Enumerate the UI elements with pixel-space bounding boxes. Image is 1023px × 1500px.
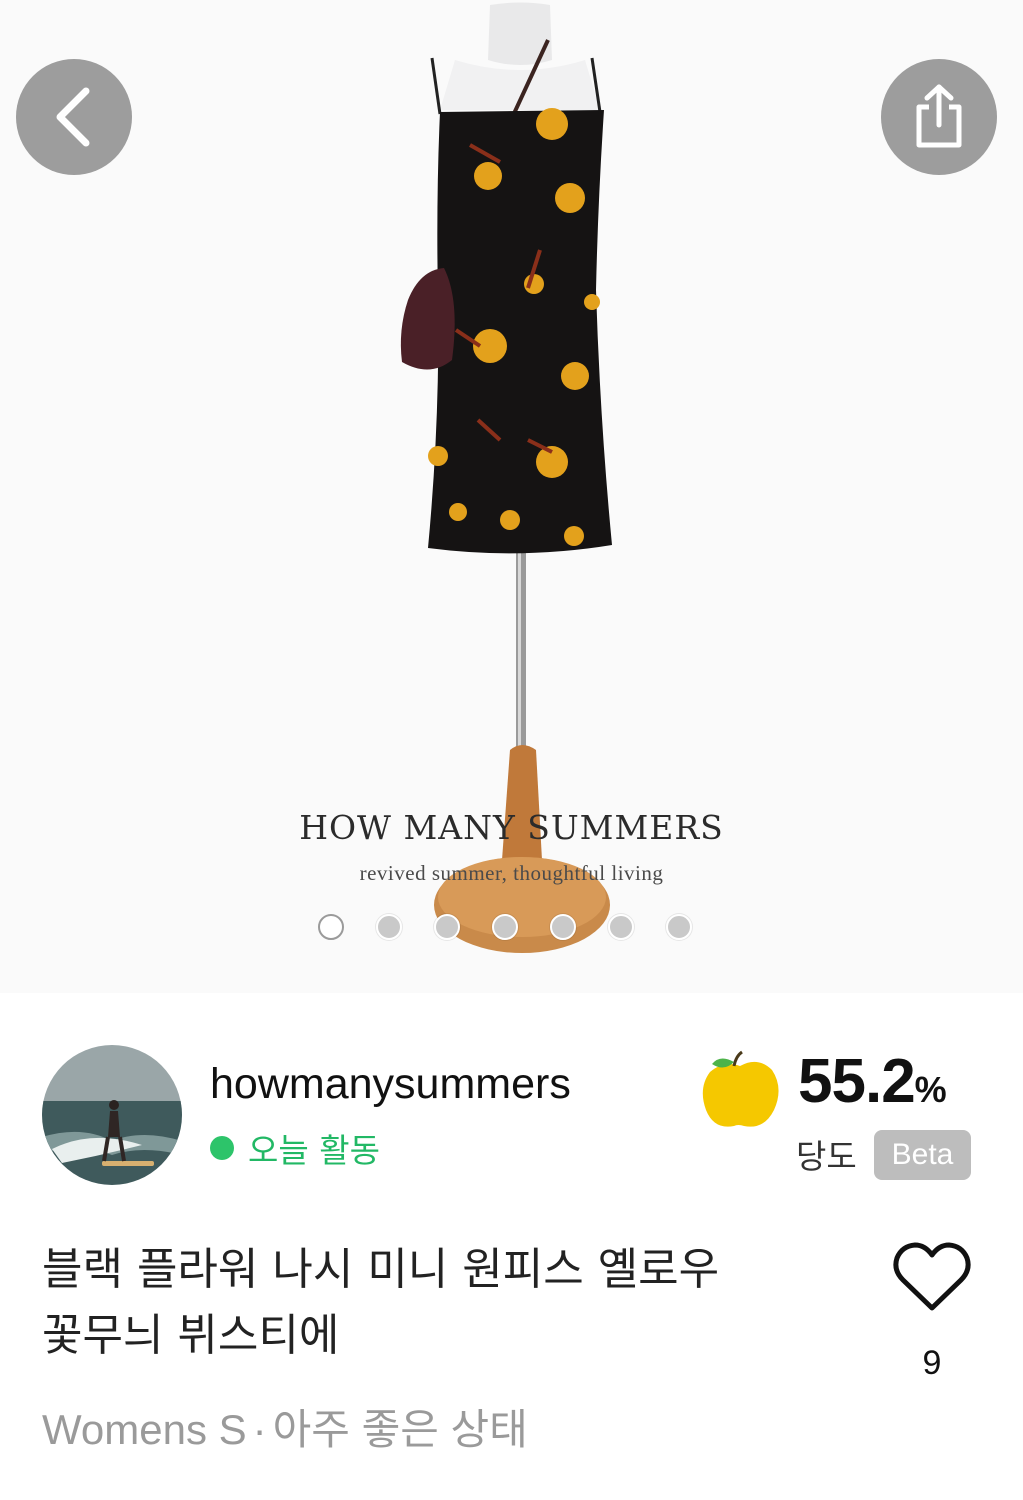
back-button[interactable]	[16, 59, 132, 175]
avatar-image	[42, 1045, 182, 1185]
beta-badge: Beta	[874, 1130, 971, 1180]
sweetness-value: 55.2	[798, 1047, 916, 1116]
carousel-dot-4[interactable]	[492, 914, 518, 940]
product-title-line-1: 블랙 플라워 나시 미니 원피스 옐로우	[42, 1244, 720, 1295]
product-title: 블랙 플라워 나시 미니 원피스 옐로우 꽃무늬 뷔스티에	[42, 1237, 842, 1369]
product-condition: 아주 좋은 상태	[272, 1406, 528, 1453]
share-icon	[916, 84, 962, 148]
apple-icon	[702, 1050, 779, 1127]
brand-tagline: revived summer, thoughtful living	[359, 861, 664, 885]
seller-avatar[interactable]	[42, 1045, 182, 1185]
sweetness-score: 55.2%	[798, 1046, 947, 1117]
product-meta: Womens S · 아주 좋은 상태	[42, 1396, 528, 1457]
carousel-dot-6[interactable]	[608, 914, 634, 940]
seller-name[interactable]: howmanysummers	[210, 1060, 571, 1109]
brand-watermark: HOW MANY SUMMERS revived summer, thought…	[0, 808, 1023, 886]
carousel-dot-2[interactable]	[376, 914, 402, 940]
carousel-indicator	[318, 914, 692, 940]
product-title-line-2: 꽃무늬 뷔스티에	[42, 1310, 340, 1361]
product-image-carousel[interactable]: HOW MANY SUMMERS revived summer, thought…	[0, 0, 1023, 993]
carousel-dot-5[interactable]	[550, 914, 576, 940]
chevron-left-icon	[56, 87, 90, 147]
carousel-dot-7[interactable]	[666, 914, 692, 940]
seller-activity-status: 오늘 활동	[210, 1124, 380, 1172]
product-size: Womens S	[42, 1406, 247, 1453]
sweetness-label: 당도	[796, 1137, 857, 1176]
brand-name: HOW MANY SUMMERS	[299, 808, 724, 847]
activity-label: 오늘 활동	[248, 1131, 380, 1170]
like-count: 9	[922, 1344, 942, 1382]
heart-icon[interactable]	[893, 1240, 971, 1314]
sweetness-unit: %	[914, 1069, 947, 1110]
carousel-dot-1[interactable]	[318, 914, 344, 940]
online-status-dot	[210, 1136, 234, 1160]
meta-separator: ·	[252, 1406, 267, 1453]
share-button[interactable]	[881, 59, 997, 175]
carousel-dot-3[interactable]	[434, 914, 460, 940]
